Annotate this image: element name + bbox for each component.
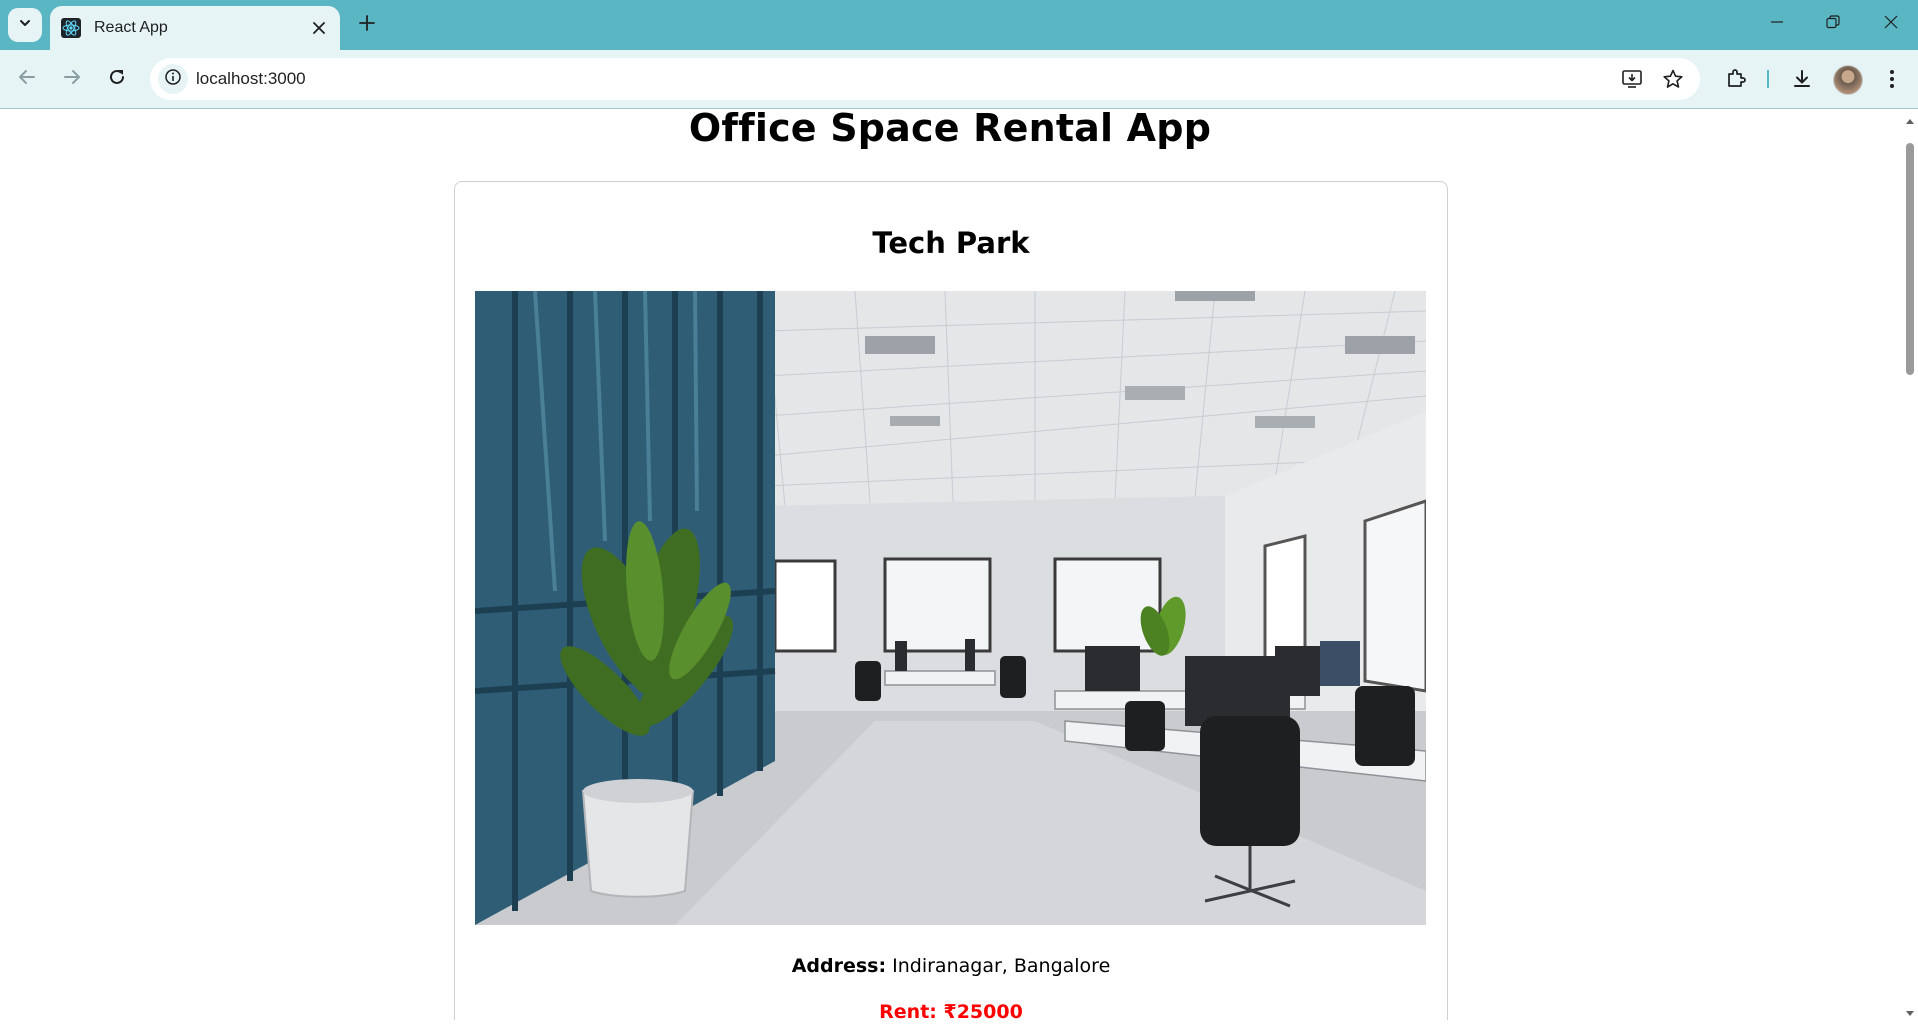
- site-info-button[interactable]: [158, 64, 188, 94]
- browser-toolbar: localhost:3000: [0, 50, 1918, 109]
- page-scrollbar[interactable]: [1902, 109, 1918, 1020]
- site-info-icon: [164, 68, 182, 91]
- office-card: Tech Park Address: Indiranagar, Bangalor…: [454, 181, 1448, 1020]
- minimize-button[interactable]: [1754, 4, 1800, 44]
- profile-avatar[interactable]: [1833, 65, 1863, 95]
- office-name: Tech Park: [872, 226, 1030, 260]
- close-icon: [1884, 15, 1898, 34]
- reload-button[interactable]: [99, 61, 135, 97]
- address-bar[interactable]: localhost:3000: [150, 58, 1700, 100]
- tab-title: React App: [94, 19, 168, 36]
- page-viewport: Office Space Rental App Tech Park Addres…: [0, 109, 1918, 1020]
- extensions-icon[interactable]: [1720, 63, 1752, 95]
- url-text: localhost:3000: [196, 69, 306, 88]
- star-icon[interactable]: [1660, 66, 1686, 92]
- office-rent: Rent: ₹25000: [879, 1001, 1023, 1020]
- office-address: Address: Indiranagar, Bangalore: [455, 955, 1447, 977]
- toolbar-divider: [1767, 70, 1769, 88]
- restore-button[interactable]: [1810, 4, 1856, 44]
- plus-icon: [359, 14, 375, 36]
- chevron-down-icon: [18, 16, 32, 35]
- scroll-up-icon[interactable]: [1905, 113, 1915, 124]
- back-button[interactable]: [9, 61, 45, 97]
- scroll-down-icon[interactable]: [1905, 1006, 1915, 1016]
- page-title: Office Space Rental App: [688, 109, 1212, 150]
- close-icon[interactable]: [306, 15, 332, 41]
- download-icon[interactable]: [1786, 63, 1818, 95]
- window-close-button[interactable]: [1868, 4, 1914, 44]
- back-icon: [18, 68, 36, 91]
- scroll-thumb[interactable]: [1906, 143, 1914, 375]
- minimize-icon: [1770, 15, 1784, 34]
- install-icon[interactable]: [1619, 66, 1645, 92]
- tab-search-button[interactable]: [8, 8, 42, 42]
- new-tab-button[interactable]: [352, 10, 382, 40]
- reload-icon: [108, 68, 126, 91]
- tab-strip: React App: [0, 0, 1918, 50]
- forward-icon: [63, 68, 81, 91]
- menu-icon[interactable]: [1876, 63, 1908, 95]
- restore-icon: [1826, 14, 1840, 34]
- office-photo: [475, 291, 1426, 925]
- address-value: Indiranagar, Bangalore: [892, 955, 1111, 977]
- address-label: Address:: [791, 955, 887, 977]
- browser-tab[interactable]: React App: [50, 6, 340, 50]
- react-icon: [60, 17, 82, 39]
- forward-button[interactable]: [54, 61, 90, 97]
